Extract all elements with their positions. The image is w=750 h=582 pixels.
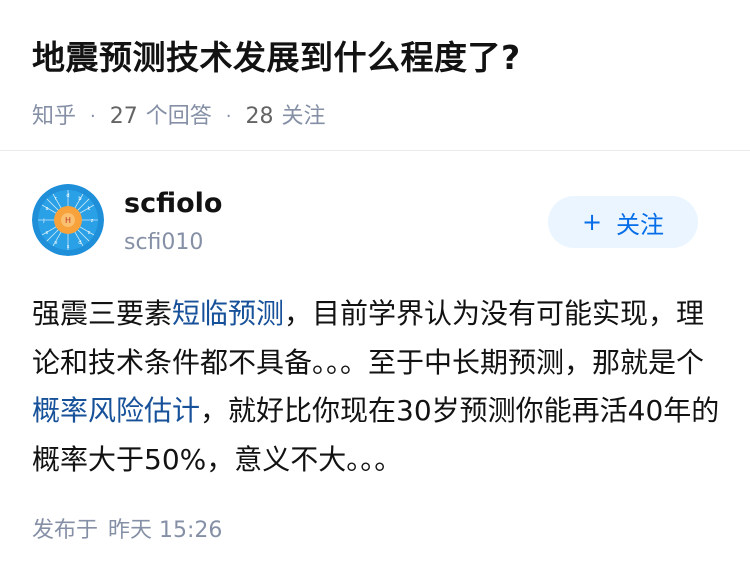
follower-count: 28 xyxy=(245,104,274,129)
publish-time[interactable]: 发布于 昨天 15:26 xyxy=(32,514,222,548)
divider xyxy=(0,150,750,151)
author-info: d b k z c d s v x j a r H scfiolo scfi01… xyxy=(32,184,698,260)
question-title[interactable]: 地震预测技术发展到什么程度了? xyxy=(32,34,718,82)
author-name[interactable]: scfiolo xyxy=(124,186,222,222)
svg-text:c: c xyxy=(88,230,91,236)
avatar[interactable]: d b k z c d s v x j a r H xyxy=(32,184,104,256)
separator-dot: · xyxy=(90,106,96,127)
answer-count-label[interactable]: 个回答 xyxy=(146,102,212,132)
question-meta: 知乎 · 27 个回答 · 28 关注 xyxy=(32,102,718,132)
svg-text:d: d xyxy=(78,240,81,246)
svg-text:v: v xyxy=(55,240,58,246)
zodiac-wheel-avatar-icon: d b k z c d s v x j a r H xyxy=(32,184,104,256)
svg-text:b: b xyxy=(78,196,81,202)
author-handle: scfi010 xyxy=(124,230,204,255)
svg-text:z: z xyxy=(91,218,94,224)
svg-text:j: j xyxy=(42,218,44,224)
separator-dot: · xyxy=(225,106,232,127)
keyword-link-probability-risk[interactable]: 概率风险估计 xyxy=(32,394,200,427)
follow-button-label: 关注 xyxy=(616,210,665,239)
question-header: 地震预测技术发展到什么程度了? 知乎 · 27 个回答 · 28 关注 xyxy=(32,34,718,132)
plus-icon: + xyxy=(581,208,603,236)
svg-text:k: k xyxy=(88,206,91,212)
svg-text:a: a xyxy=(45,206,48,212)
answer-content: 强震三要素短临预测，目前学界认为没有可能实现，理论和技术条件都不具备。。。至于中… xyxy=(32,290,722,484)
svg-text:d: d xyxy=(66,193,69,199)
publish-timestamp: 昨天 15:26 xyxy=(108,518,223,543)
svg-text:H: H xyxy=(65,216,71,225)
publish-label: 发布于 xyxy=(32,518,99,543)
answer-count: 27 xyxy=(109,104,138,129)
source-label[interactable]: 知乎 xyxy=(32,102,76,132)
follower-count-label[interactable]: 关注 xyxy=(282,102,326,132)
follow-button[interactable]: + 关注 xyxy=(548,196,698,248)
answer-text: 强震三要素 xyxy=(32,297,173,330)
svg-text:x: x xyxy=(46,230,49,236)
svg-text:s: s xyxy=(67,244,70,250)
keyword-link-short-term-prediction[interactable]: 短临预测 xyxy=(172,297,284,330)
